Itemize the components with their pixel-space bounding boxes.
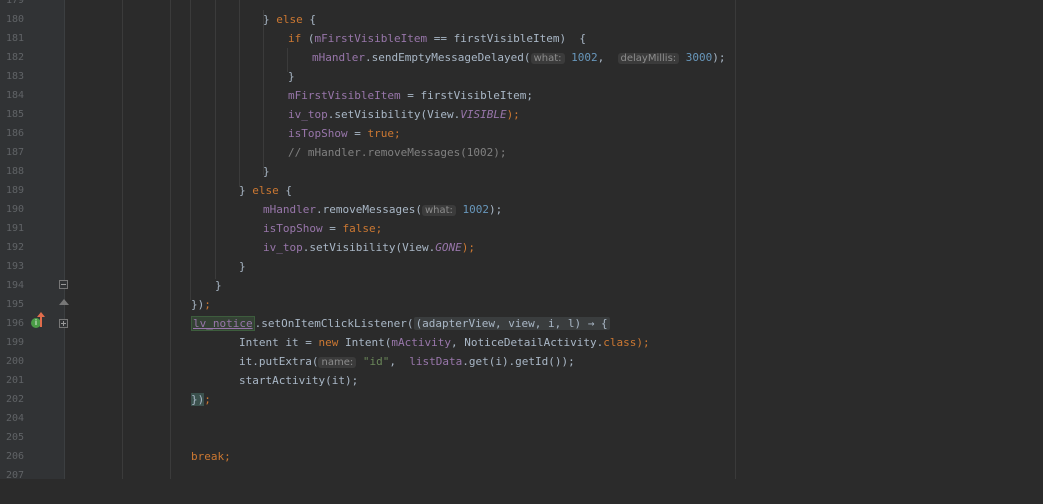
code-line-186[interactable]: isTopShow = true; xyxy=(288,124,401,143)
parameter-hint: delayMillis: xyxy=(617,53,680,64)
parameter-hint: what: xyxy=(530,53,565,64)
parameter-hint: what: xyxy=(421,205,456,216)
code-line-191[interactable]: isTopShow = false; xyxy=(263,219,382,238)
code-line-182[interactable]: mHandler.sendEmptyMessageDelayed(what: 1… xyxy=(312,48,726,67)
highlighted-identifier[interactable]: lv_notice xyxy=(191,316,255,331)
code-editor[interactable]: 179 180 } else { 181 if (mFirstVisibleIt… xyxy=(0,0,1043,481)
line-number: 193 xyxy=(5,261,24,272)
line-number: 188 xyxy=(5,166,24,177)
line-number: 204 xyxy=(5,413,24,424)
code-line-199[interactable]: Intent it = new Intent(mActivity, Notice… xyxy=(239,333,650,352)
line-number: 205 xyxy=(5,432,24,443)
line-number: 195 xyxy=(5,299,24,310)
code-line-194[interactable]: } xyxy=(215,276,222,295)
line-number: 207 xyxy=(5,470,24,481)
line-number: 202 xyxy=(5,394,24,405)
line-number: 191 xyxy=(5,223,24,234)
line-number: 192 xyxy=(5,242,24,253)
line-number: 184 xyxy=(5,90,24,101)
code-line-183[interactable]: } xyxy=(288,67,295,86)
line-number: 190 xyxy=(5,204,24,215)
line-number: 199 xyxy=(5,337,24,348)
line-number: 196 xyxy=(5,318,24,329)
line-number: 206 xyxy=(5,451,24,462)
code-line-181[interactable]: if (mFirstVisibleItem == firstVisibleIte… xyxy=(288,29,586,48)
line-number: 185 xyxy=(5,109,24,120)
line-number: 186 xyxy=(5,128,24,139)
line-number: 182 xyxy=(5,52,24,63)
line-number: 200 xyxy=(5,356,24,367)
line-number: 181 xyxy=(5,33,24,44)
fold-end-icon[interactable] xyxy=(59,299,69,305)
code-line-201[interactable]: startActivity(it); xyxy=(239,371,358,390)
code-line-190[interactable]: mHandler.removeMessages(what: 1002); xyxy=(263,200,502,219)
override-arrow-icon[interactable] xyxy=(37,312,45,327)
line-number: 180 xyxy=(5,14,24,25)
code-line-189[interactable]: } else { xyxy=(239,181,292,200)
code-line-188[interactable]: } xyxy=(263,162,270,181)
code-line-200[interactable]: it.putExtra(name: "id", listData.get(i).… xyxy=(239,352,575,371)
code-line-193[interactable]: } xyxy=(239,257,246,276)
code-line-180[interactable]: } else { xyxy=(263,10,316,29)
line-number: 179 xyxy=(5,0,24,6)
fold-icon[interactable] xyxy=(59,280,68,289)
code-line-202[interactable]: }); xyxy=(191,390,211,409)
code-line-184[interactable]: mFirstVisibleItem = firstVisibleItem; xyxy=(288,86,533,105)
line-number: 189 xyxy=(5,185,24,196)
line-number: 194 xyxy=(5,280,24,291)
parameter-hint: name: xyxy=(318,357,357,368)
code-line-187[interactable]: // mHandler.removeMessages(1002); xyxy=(288,143,507,162)
line-number: 201 xyxy=(5,375,24,386)
folded-lambda[interactable]: (adapterView, view, i, l) → { xyxy=(413,317,610,330)
code-line-206[interactable]: break; xyxy=(191,447,231,466)
code-line-196[interactable]: lv_notice .setOnItemClickListener((adapte… xyxy=(191,314,610,333)
expand-fold-icon[interactable] xyxy=(59,319,68,328)
code-line-192[interactable]: iv_top.setVisibility(View.GONE); xyxy=(263,238,475,257)
line-number: 183 xyxy=(5,71,24,82)
code-line-195[interactable]: }); xyxy=(191,295,211,314)
code-line-185[interactable]: iv_top.setVisibility(View.VISIBLE); xyxy=(288,105,520,124)
line-number: 187 xyxy=(5,147,24,158)
